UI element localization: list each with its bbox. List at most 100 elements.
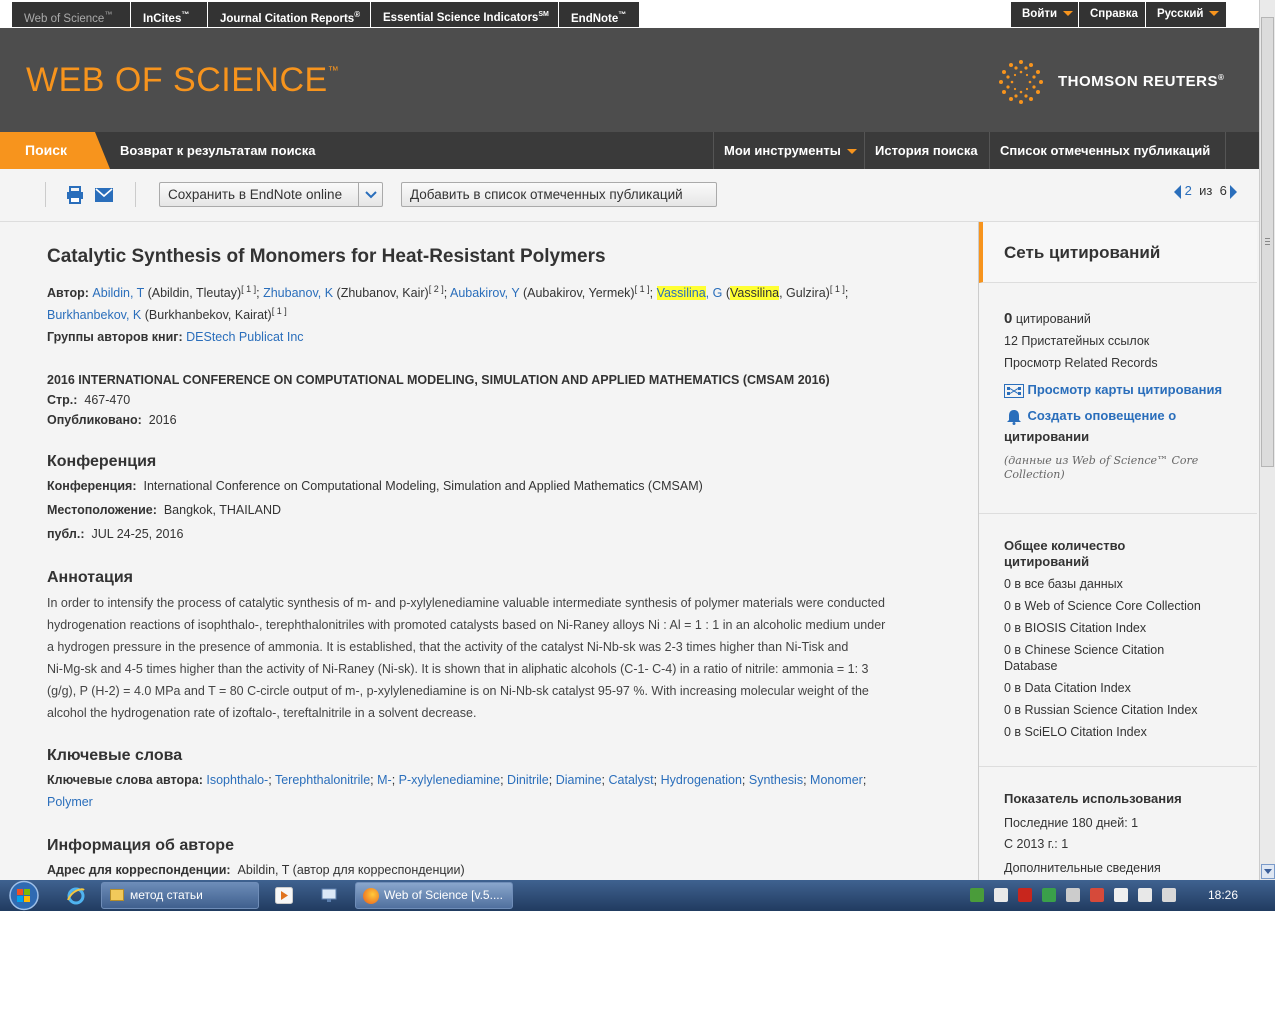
keywords-row: Ключевые слова автора: Isophthalo-; Tere…: [47, 773, 867, 787]
login-menu[interactable]: Войти: [1011, 2, 1078, 27]
author-link[interactable]: Vassilina, G: [656, 286, 722, 301]
site-header: WEB OF SCIENCE™ THOMSON REUTERS®: [0, 28, 1259, 132]
keyword-link[interactable]: M-: [377, 773, 392, 787]
scroll-down-arrow-icon[interactable]: [1261, 864, 1275, 879]
display-tray-icon[interactable]: [1138, 888, 1152, 902]
group-author-link[interactable]: DEStech Publicat Inc: [186, 330, 303, 344]
product-jcr[interactable]: Journal Citation Reports®: [208, 2, 370, 27]
email-icon[interactable]: [95, 188, 113, 202]
firefox-icon: [363, 888, 379, 904]
windows-taskbar: метод статьи Web of Science [v.5.... 18:…: [0, 880, 1275, 911]
keyword-link[interactable]: Polymer: [47, 795, 93, 809]
main-nav: Поиск Возврат к результатам поиска Мои и…: [0, 132, 1259, 169]
print-icon[interactable]: [66, 186, 84, 204]
network-tray-icon[interactable]: [970, 888, 984, 902]
related-records-link[interactable]: Просмотр Related Records: [1004, 356, 1158, 370]
web-of-science-logo[interactable]: WEB OF SCIENCE™: [26, 61, 339, 100]
internet-explorer-icon[interactable]: [66, 886, 86, 906]
keyword-link[interactable]: Isophthalo-: [206, 773, 268, 787]
chevron-down-icon[interactable]: [358, 183, 382, 206]
author-link[interactable]: Aubakirov, Y: [450, 286, 520, 300]
folder-icon: [110, 889, 124, 901]
next-record-icon[interactable]: [1230, 184, 1238, 199]
keyword-link[interactable]: Catalyst: [609, 773, 654, 787]
search-history-link[interactable]: История поиска: [864, 132, 989, 169]
published-row: Опубликовано: 2016: [47, 413, 177, 427]
abstract-heading: Аннотация: [47, 569, 133, 586]
help-link[interactable]: Справка: [1079, 2, 1145, 27]
start-button-icon[interactable]: [4, 880, 42, 911]
browser-viewport: Web of Science™ InCites™ Journal Citatio…: [0, 0, 1259, 880]
system-clock[interactable]: 18:26: [1208, 888, 1238, 902]
taskbar-item-folder[interactable]: метод статьи: [101, 882, 259, 909]
author-info-heading: Информация об авторе: [47, 837, 234, 854]
affiliation-ref[interactable]: [ 1 ]: [635, 284, 650, 294]
citation-map-link[interactable]: Просмотр карты цитирования: [1004, 382, 1222, 398]
product-bar: Web of Science™ InCites™ Journal Citatio…: [0, 0, 1259, 28]
more-info-link[interactable]: Дополнительные сведения: [1004, 861, 1161, 875]
total-citations-heading-2: цитирований: [1004, 554, 1090, 569]
product-endnote[interactable]: EndNote™: [559, 2, 639, 27]
pdf-tray-icon[interactable]: [1018, 888, 1032, 902]
taskbar-item-firefox[interactable]: Web of Science [v.5....: [355, 882, 513, 909]
divider: [135, 182, 136, 207]
total-citations-heading: Общее количество: [1004, 538, 1126, 553]
keyword-link[interactable]: Dinitrile: [507, 773, 549, 787]
data-source-note-2: Collection): [1004, 468, 1065, 481]
usage-count-heading: Показатель использования: [1004, 791, 1182, 806]
product-esi[interactable]: Essential Science IndicatorsSM: [371, 2, 558, 27]
divider: [979, 513, 1257, 514]
author-link[interactable]: Abildin, T: [92, 286, 144, 300]
keyword-link[interactable]: Diamine: [556, 773, 602, 787]
total-biosis: 0 в BIOSIS Citation Index: [1004, 621, 1147, 635]
record-title: Catalytic Synthesis of Monomers for Heat…: [47, 246, 606, 267]
back-to-results-link[interactable]: Возврат к результатам поиска: [120, 143, 316, 158]
keyword-link[interactable]: Terephthalonitrile: [275, 773, 370, 787]
affiliation-ref[interactable]: [ 1 ]: [830, 284, 845, 294]
pages-row: Стр.: 467-470: [47, 393, 131, 407]
abstract-text: In order to intensify the process of cat…: [47, 596, 886, 720]
create-alert-link-2[interactable]: цитировании: [1004, 429, 1089, 444]
keyword-link[interactable]: Synthesis: [749, 773, 803, 787]
volume-tray-icon[interactable]: [1162, 888, 1176, 902]
total-data-citation: 0 в Data Citation Index: [1004, 681, 1131, 695]
total-russian-sci: 0 в Russian Science Citation Index: [1004, 703, 1198, 717]
marked-list-link[interactable]: Список отмеченных публикаций: [989, 132, 1226, 169]
vertical-scrollbar[interactable]: [1259, 0, 1275, 880]
author-link[interactable]: Zhubanov, K: [263, 286, 333, 300]
product-web-of-science[interactable]: Web of Science™: [12, 2, 130, 27]
author-link[interactable]: Burkhanbekov, K: [47, 308, 141, 322]
app-tray-icon[interactable]: [1042, 888, 1056, 902]
my-tools-menu[interactable]: Мои инструменты: [713, 132, 864, 169]
antivirus-tray-icon[interactable]: [1090, 888, 1104, 902]
cited-references-link[interactable]: 12 Пристатейных ссылок: [1004, 334, 1149, 348]
conference-row: Конференция: International Conference on…: [47, 479, 703, 493]
usb-tray-icon[interactable]: [994, 888, 1008, 902]
keyword-link[interactable]: Hydrogenation: [661, 773, 742, 787]
book-group-authors: Группы авторов книг: DEStech Publicat In…: [47, 330, 304, 344]
previous-record-icon[interactable]: [1174, 184, 1181, 199]
language-menu[interactable]: Русский: [1146, 2, 1226, 27]
product-incites[interactable]: InCites™: [131, 2, 207, 27]
keyword-link[interactable]: Monomer: [810, 773, 863, 787]
flag-tray-icon[interactable]: [1114, 888, 1128, 902]
authors-line-1: Автор: Abildin, T (Abildin, Tleutay)[ 1 …: [47, 284, 849, 301]
affiliation-ref[interactable]: [ 1 ]: [272, 306, 287, 316]
media-player-icon[interactable]: [275, 887, 293, 904]
authors-line-2: Burkhanbekov, K (Burkhanbekov, Kairat)[ …: [47, 306, 287, 323]
chevron-down-icon: [1063, 11, 1074, 17]
conference-heading: Конференция: [47, 453, 157, 470]
save-to-endnote-button[interactable]: Сохранить в EndNote online: [159, 182, 383, 207]
keyword-link[interactable]: P-xylylenediamine: [399, 773, 500, 787]
affiliation-ref[interactable]: [ 2 ]: [429, 284, 444, 294]
add-to-marked-list-button[interactable]: Добавить в список отмеченных публикаций: [401, 182, 717, 207]
create-alert-link[interactable]: Создать оповещение о: [1004, 408, 1176, 425]
tab-search[interactable]: Поиск: [0, 132, 110, 169]
scrollbar-thumb[interactable]: [1261, 17, 1274, 467]
times-cited: 0 цитирований: [1004, 310, 1091, 327]
desktop-switch-icon[interactable]: [321, 887, 339, 904]
keywords-heading: Ключевые слова: [47, 747, 183, 764]
affiliation-ref[interactable]: [ 1 ]: [241, 284, 256, 294]
settings-tray-icon[interactable]: [1066, 888, 1080, 902]
page-total: 6: [1219, 183, 1227, 198]
